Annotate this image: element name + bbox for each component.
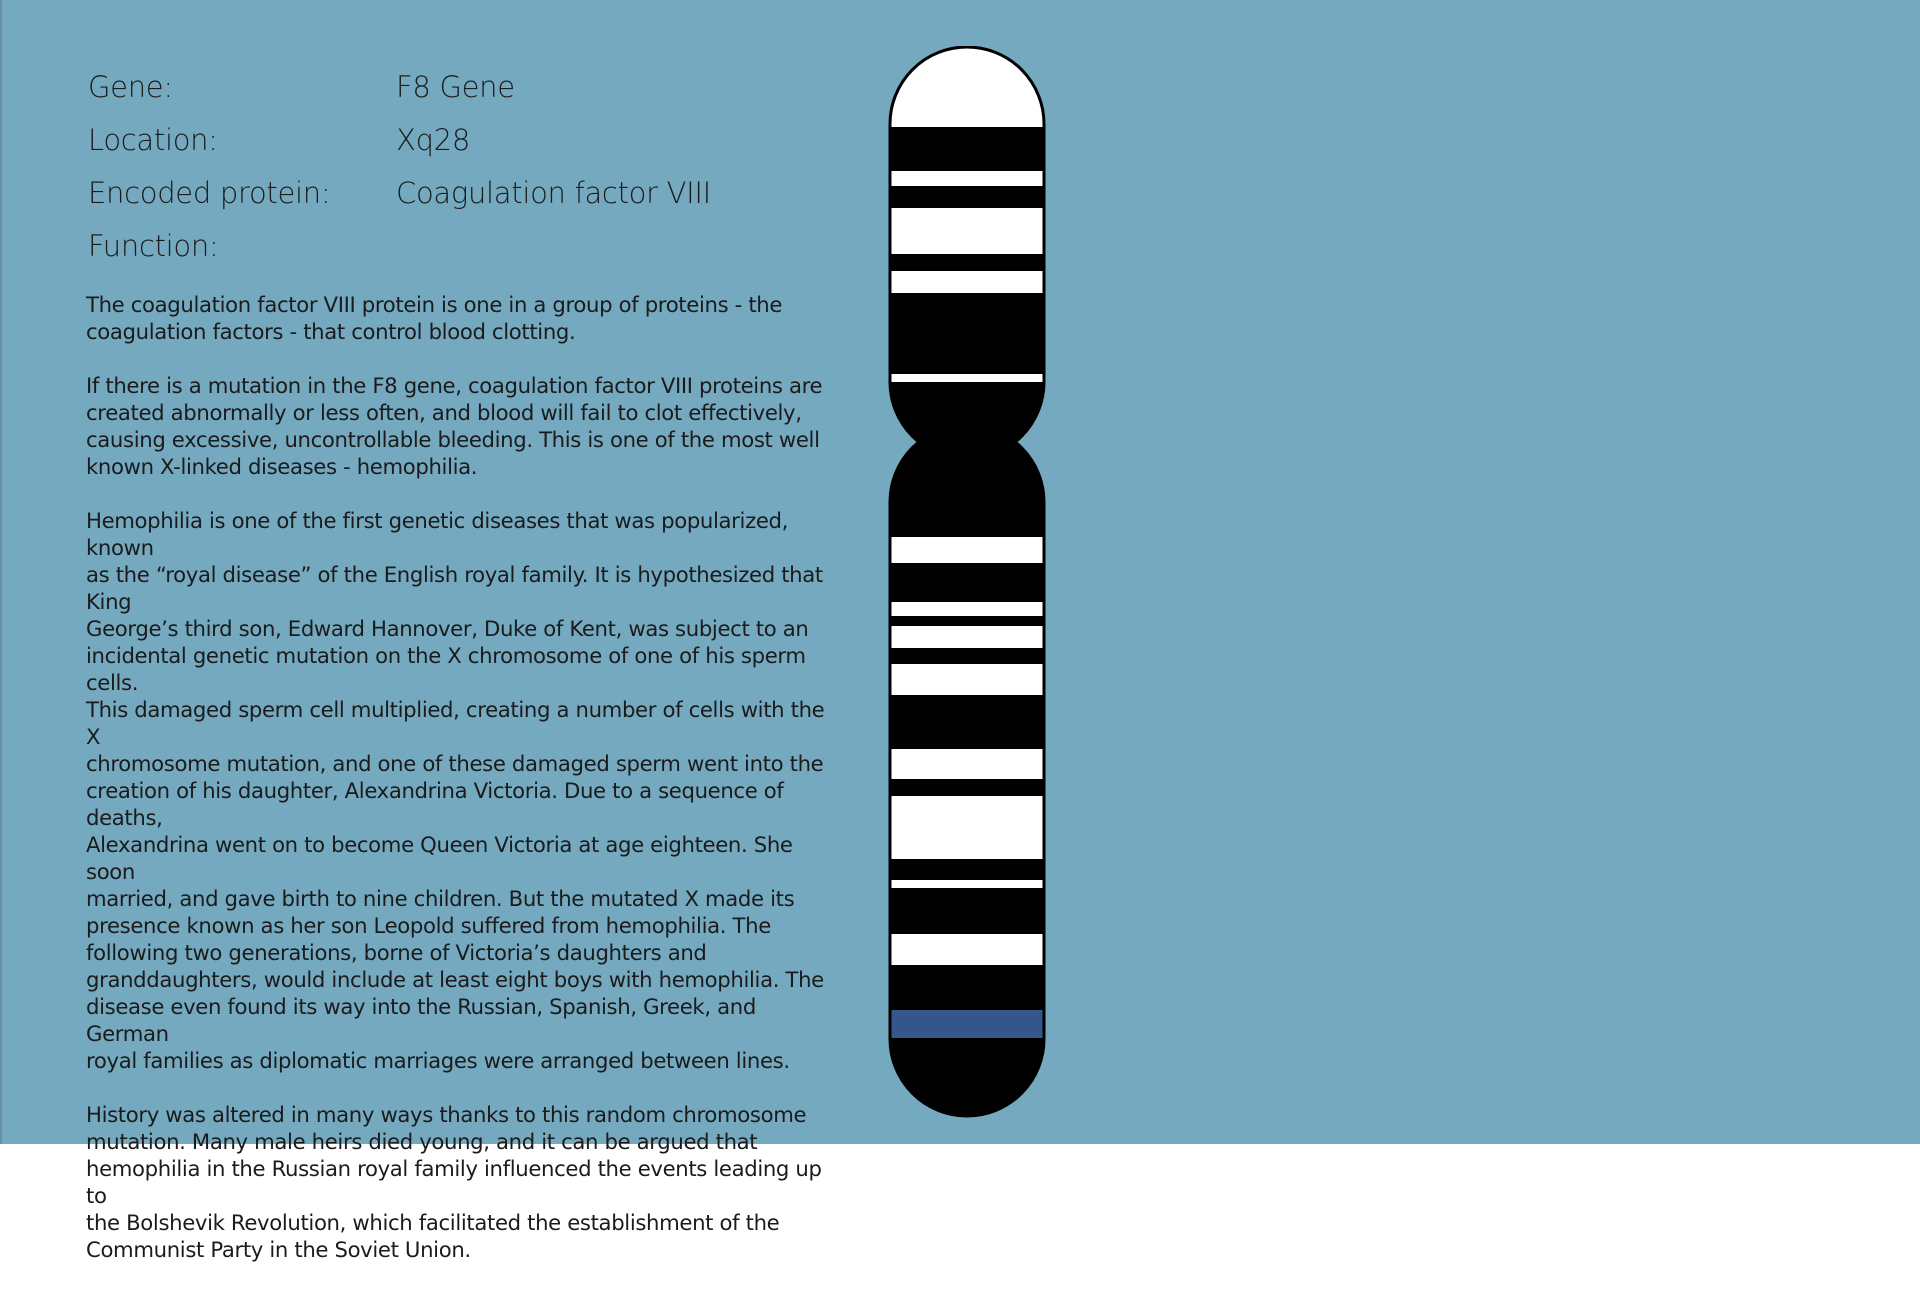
band-q-2 [890, 602, 1044, 616]
protein-value: Coagulation factor VIII [396, 176, 711, 210]
band-q-7 [890, 880, 1044, 888]
p-arm [890, 47, 1044, 459]
x-chromosome-diagram [888, 46, 1046, 1118]
paragraph-clotting: The coagulation factor VIII protein is o… [86, 292, 783, 344]
band-p-tip [890, 47, 1044, 127]
q-arm [890, 425, 1044, 1116]
paragraph-history: History was altered in many ways thanks … [86, 1102, 822, 1262]
band-p-4 [890, 374, 1044, 382]
paragraph-mutation: If there is a mutation in the F8 gene, c… [86, 373, 823, 479]
location-value: Xq28 [396, 123, 470, 157]
gene-label: Gene: [88, 70, 173, 104]
band-p-2 [890, 208, 1044, 254]
protein-label: Encoded protein: [88, 176, 331, 210]
band-p-3 [890, 271, 1044, 293]
band-xq28-highlight [890, 1010, 1044, 1038]
paragraph-royal-disease: Hemophilia is one of the first genetic d… [86, 508, 825, 1073]
band-q-4 [890, 664, 1044, 695]
band-q-5 [890, 749, 1044, 779]
location-label: Location: [88, 123, 218, 157]
function-label: Function: [88, 229, 219, 263]
band-q-3 [890, 626, 1044, 648]
function-description: The coagulation factor VIII protein is o… [86, 291, 826, 1290]
slide-canvas: Gene: F8 Gene Location: Xq28 Encoded pro… [0, 0, 1920, 1262]
band-q-1 [890, 537, 1044, 563]
band-q-6 [890, 796, 1044, 859]
band-p-1 [890, 171, 1044, 186]
gene-value: F8 Gene [396, 70, 515, 104]
band-q-8 [890, 934, 1044, 965]
